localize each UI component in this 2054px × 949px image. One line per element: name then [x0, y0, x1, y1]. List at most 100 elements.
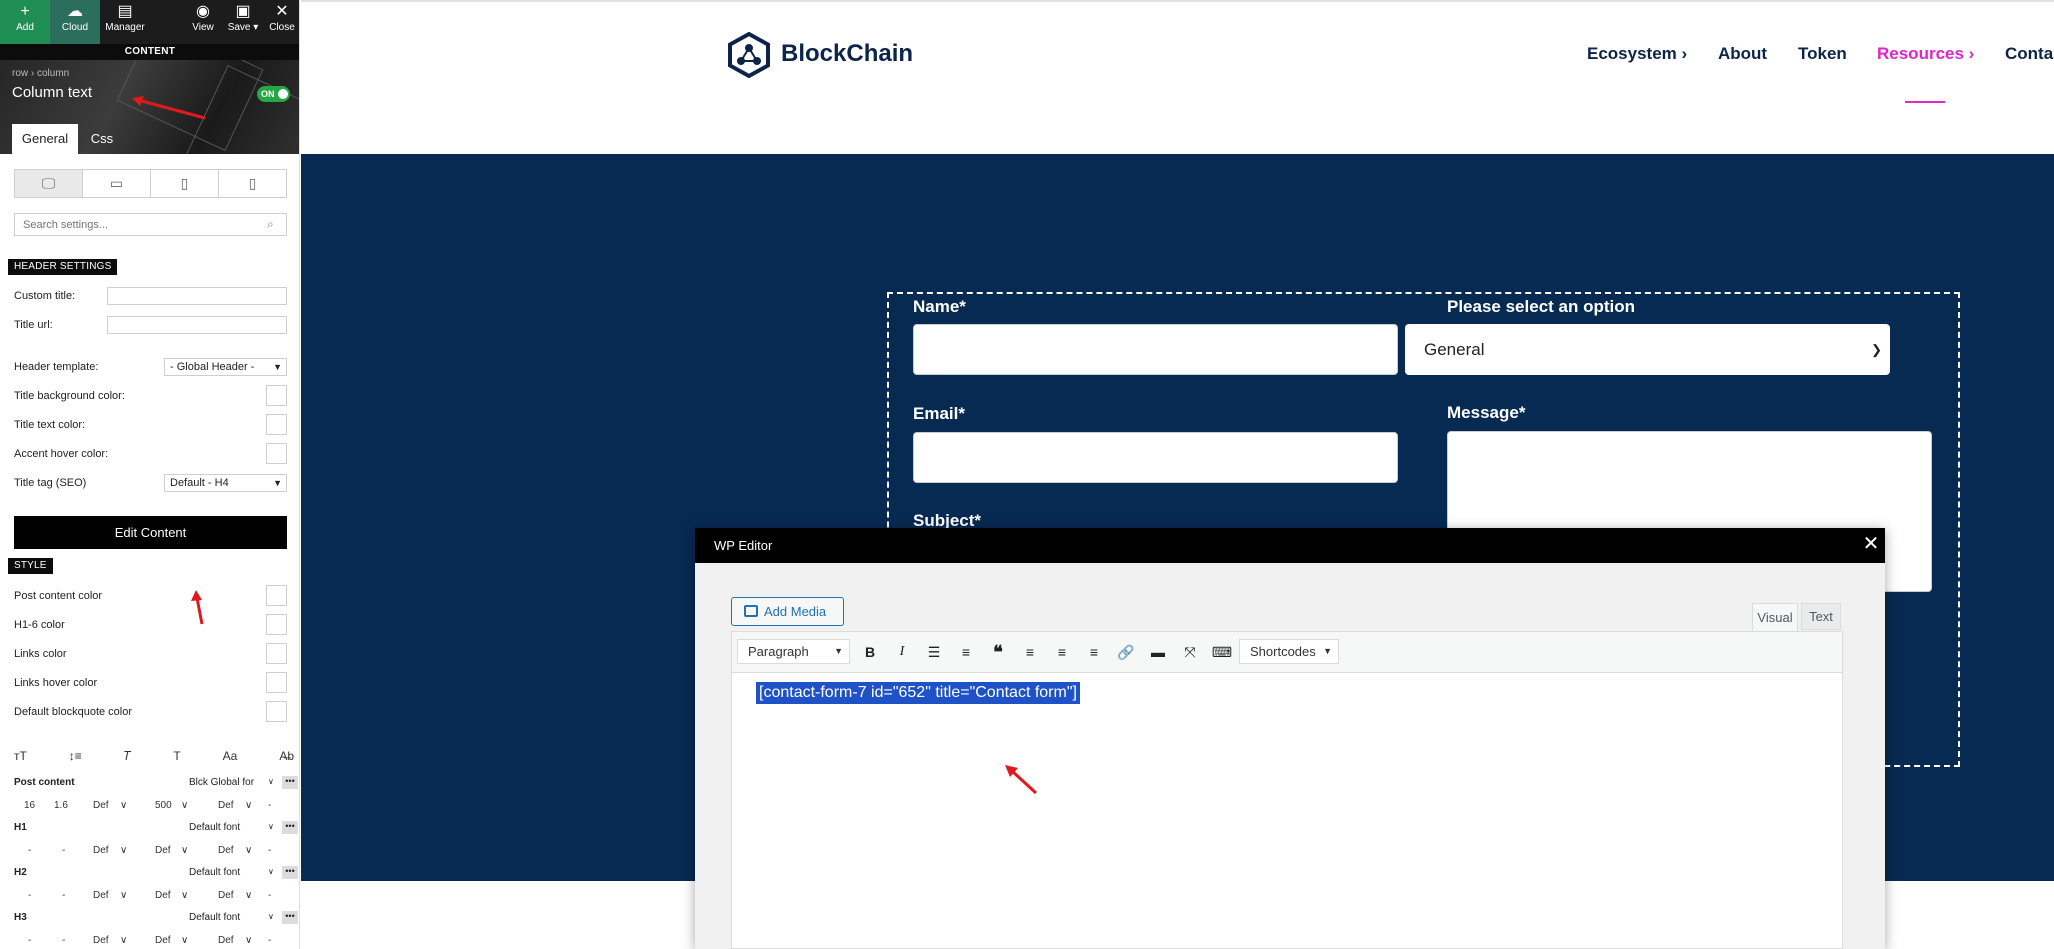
typography-row-h2: H2 Default font ∨ ••• — [0, 864, 299, 882]
manager-button[interactable]: ▤ Manager — [100, 0, 150, 44]
chevron-down-icon: ∨ — [268, 912, 274, 921]
font-weight-select[interactable]: Def — [155, 935, 171, 946]
more-options-button[interactable]: ••• — [282, 866, 298, 879]
text-decoration-value[interactable]: - — [268, 935, 271, 946]
tablet-landscape-button[interactable]: ▭ — [83, 170, 151, 197]
nav-ecosystem[interactable]: Ecosystem › — [1587, 44, 1687, 64]
font-family-select[interactable]: Default font — [189, 912, 240, 923]
font-size-value[interactable]: - — [28, 845, 31, 856]
font-weight-select[interactable]: Def — [155, 890, 171, 901]
edit-content-button[interactable]: Edit Content — [14, 516, 287, 549]
email-field[interactable] — [913, 432, 1398, 483]
nav-contact[interactable]: Conta — [2005, 44, 2053, 64]
breadcrumb[interactable]: row › column — [12, 68, 69, 79]
link-icon[interactable]: 🔗 — [1114, 641, 1138, 665]
font-weight-select[interactable]: 500 — [155, 800, 172, 811]
font-family-select[interactable]: Default font — [189, 822, 240, 833]
align-left-icon[interactable]: ≡ — [1018, 641, 1042, 665]
desktop-device-button[interactable]: 🖵 — [15, 170, 83, 197]
add-media-button[interactable]: Add Media — [731, 597, 844, 626]
post-content-color-picker[interactable] — [266, 585, 287, 606]
add-button[interactable]: + Add — [0, 0, 50, 44]
typography-header: ᴛT ↕≡ 𝑇 T Aa A̶b — [14, 749, 294, 767]
archive-icon: ▤ — [117, 3, 133, 20]
align-center-icon[interactable]: ≡ — [1050, 641, 1074, 665]
editor-content-area[interactable]: [contact-form-7 id="652" title="Contact … — [731, 673, 1843, 949]
line-height-value[interactable]: 1.6 — [54, 800, 68, 811]
numbered-list-icon[interactable]: ≡ — [954, 641, 978, 665]
modal-close-icon[interactable]: ✕ — [1857, 528, 1885, 563]
letter-spacing-select[interactable]: Def — [93, 800, 109, 811]
nav-about[interactable]: About — [1718, 44, 1767, 64]
letter-spacing-select[interactable]: Def — [93, 890, 109, 901]
chevron-down-icon: ∨ — [245, 890, 253, 901]
text-decoration-value[interactable]: - — [268, 890, 271, 901]
view-button[interactable]: ◉ View — [188, 0, 218, 44]
font-weight-select[interactable]: Def — [155, 845, 171, 856]
text-transform-select[interactable]: Def — [218, 800, 234, 811]
title-text-color-label: Title text color: — [14, 419, 86, 431]
font-size-value[interactable]: 16 — [24, 800, 35, 811]
close-button[interactable]: ✕ Close — [266, 0, 298, 44]
accent-hover-color-picker[interactable] — [266, 443, 287, 464]
nav-token[interactable]: Token — [1798, 44, 1847, 64]
links-color-picker[interactable] — [266, 643, 287, 664]
tab-css[interactable]: Css — [82, 124, 122, 154]
letter-spacing-select[interactable]: Def — [93, 845, 109, 856]
text-transform-select[interactable]: Def — [218, 890, 234, 901]
mobile-device-button[interactable]: ▯ — [219, 170, 286, 197]
italic-icon[interactable]: I — [890, 641, 914, 665]
search-settings-input[interactable] — [14, 213, 287, 236]
tab-general[interactable]: General — [12, 124, 78, 154]
title-bg-color-picker[interactable] — [266, 385, 287, 406]
header-template-select[interactable]: - Global Header - ▼ — [164, 358, 287, 376]
headings-color-picker[interactable] — [266, 614, 287, 635]
letter-spacing-select[interactable]: Def — [93, 935, 109, 946]
nav-resources[interactable]: Resources › — [1877, 44, 1974, 64]
site-logo-text[interactable]: BlockChain — [781, 40, 913, 68]
more-options-button[interactable]: ••• — [282, 911, 298, 924]
toolbar-toggle-icon[interactable]: ⌨ — [1210, 641, 1234, 665]
line-height-value[interactable]: - — [62, 845, 65, 856]
option-select[interactable]: General ❯ — [1405, 324, 1890, 375]
chevron-down-icon: ∨ — [181, 935, 189, 946]
blockquote-icon[interactable]: ❝ — [986, 641, 1010, 665]
align-right-icon[interactable]: ≡ — [1082, 641, 1106, 665]
font-size-value[interactable]: - — [28, 890, 31, 901]
chevron-down-icon: ❯ — [1871, 342, 1882, 357]
toggle-knob — [278, 89, 288, 99]
title-text-color-picker[interactable] — [266, 414, 287, 435]
text-decoration-value[interactable]: - — [268, 845, 271, 856]
cloud-button[interactable]: ☁ Cloud — [50, 0, 100, 44]
text-decoration-value[interactable]: - — [268, 800, 271, 811]
line-height-value[interactable]: - — [62, 935, 65, 946]
save-button[interactable]: ▣ Save ▾ — [225, 0, 261, 44]
title-url-input[interactable] — [107, 316, 287, 334]
title-tag-select[interactable]: Default - H4 ▼ — [164, 474, 287, 492]
tab-visual[interactable]: Visual — [1752, 603, 1798, 631]
more-options-button[interactable]: ••• — [282, 776, 298, 789]
bold-icon[interactable]: B — [858, 641, 882, 665]
text-transform-select[interactable]: Def — [218, 935, 234, 946]
element-toggle[interactable]: ON — [257, 86, 290, 102]
tablet-portrait-button[interactable]: ▯ — [151, 170, 219, 197]
style-section-title: STYLE — [8, 558, 53, 574]
name-field[interactable] — [913, 324, 1398, 375]
links-hover-color-picker[interactable] — [266, 672, 287, 693]
text-transform-select[interactable]: Def — [218, 845, 234, 856]
tab-text[interactable]: Text — [1801, 603, 1841, 630]
line-height-value[interactable]: - — [62, 890, 65, 901]
font-size-value[interactable]: - — [28, 935, 31, 946]
read-more-icon[interactable]: ▬ — [1146, 641, 1170, 665]
fullscreen-icon[interactable]: ⤧ — [1178, 641, 1202, 665]
custom-title-input[interactable] — [107, 287, 287, 305]
format-select[interactable]: Paragraph ▼ — [737, 639, 850, 664]
font-family-select[interactable]: Default font — [189, 867, 240, 878]
selected-shortcode-text[interactable]: [contact-form-7 id="652" title="Contact … — [756, 682, 1080, 704]
blockchain-logo-icon[interactable] — [727, 32, 771, 78]
shortcodes-dropdown[interactable]: Shortcodes ▼ — [1239, 639, 1339, 664]
more-options-button[interactable]: ••• — [282, 821, 298, 834]
bullet-list-icon[interactable]: ☰ — [922, 641, 946, 665]
font-family-select[interactable]: Blck Global for — [189, 777, 254, 788]
blockquote-color-picker[interactable] — [266, 701, 287, 722]
